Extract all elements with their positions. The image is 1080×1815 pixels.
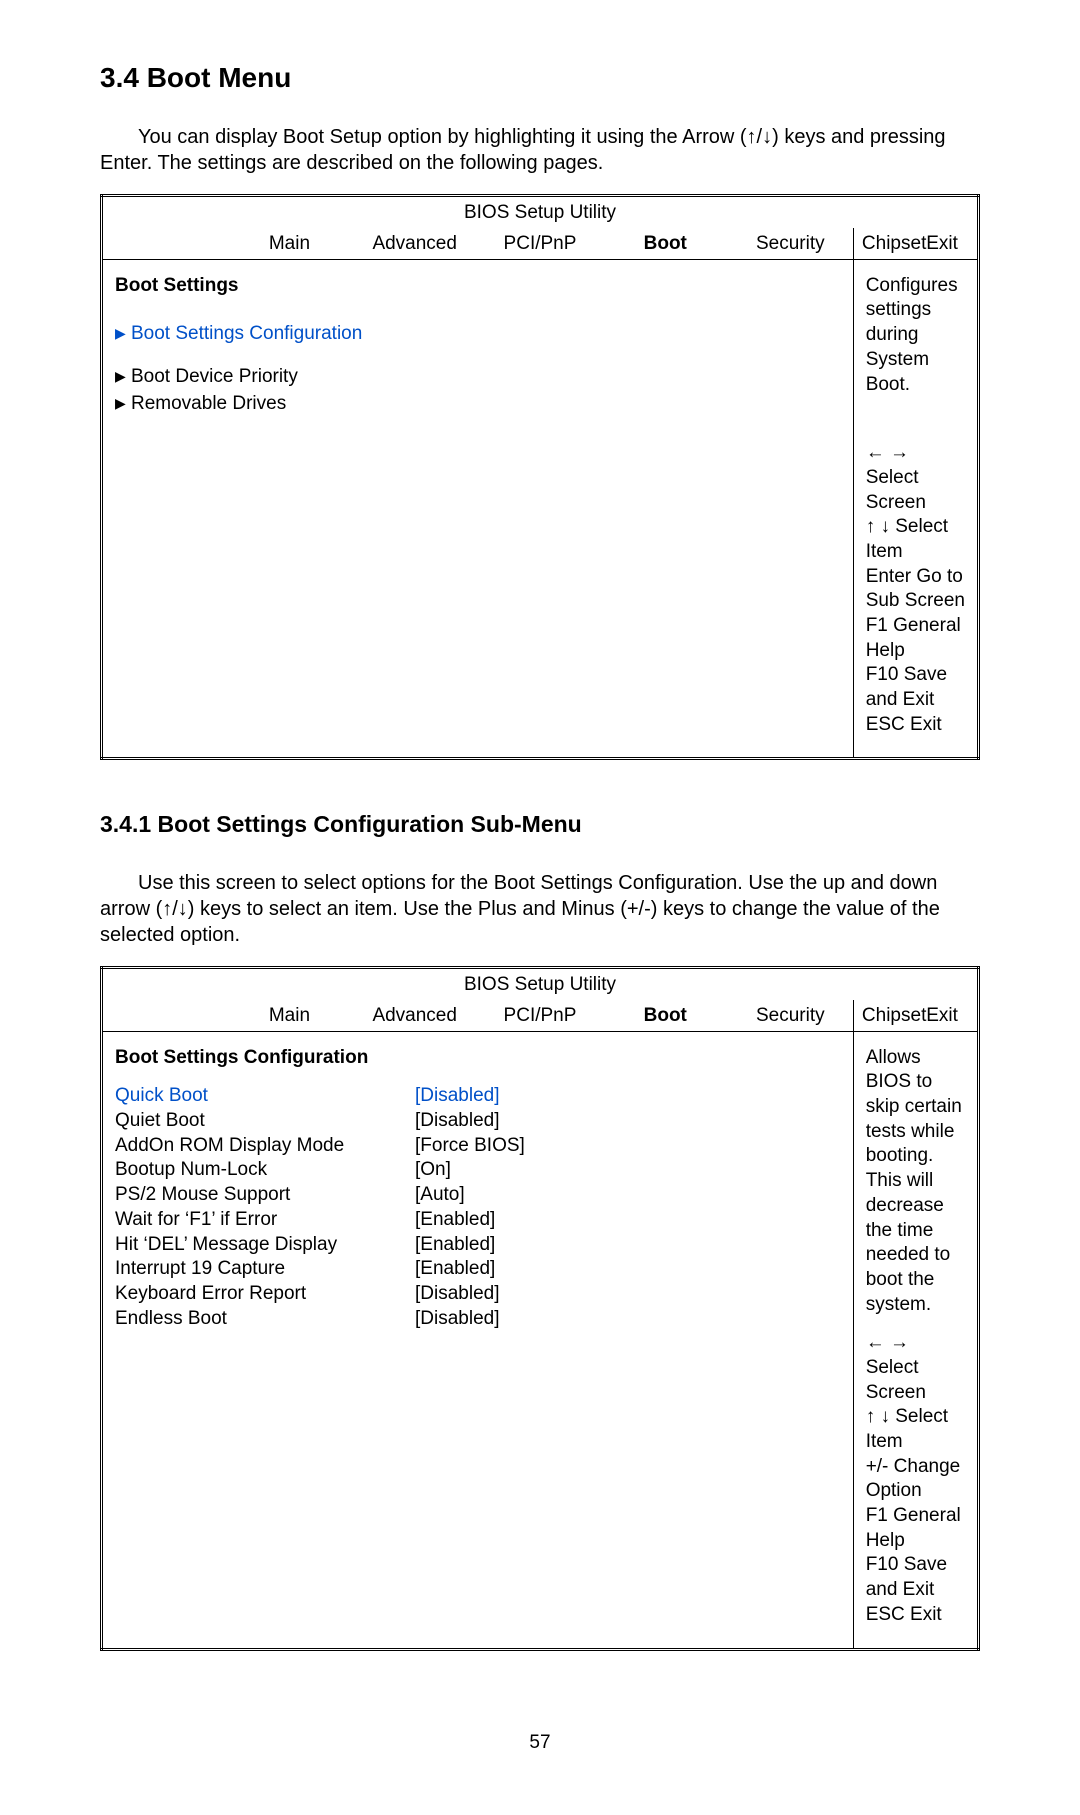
menu-item-removable-drives: ▶Removable Drives	[115, 392, 841, 417]
nav-chipset: Chipset	[862, 1004, 915, 1029]
intro-paragraph-1: You can display Boot Setup option by hig…	[100, 124, 980, 176]
help-select-item: ↑ ↓ Select Item	[866, 515, 965, 564]
help-f10: F10 Save and Exit	[866, 663, 965, 712]
row-int19: Interrupt 19 Capture[Enabled]	[115, 1257, 841, 1282]
bios-table-2: BIOS Setup Utility Main Advanced PCI/PnP…	[100, 966, 980, 1650]
nav-security: Security	[728, 228, 853, 259]
nav-main: Main	[227, 228, 352, 259]
menu-item-boot-settings-config: ▶Boot Settings Configuration	[115, 322, 841, 347]
row-bootup-numlock: Bootup Num-Lock[On]	[115, 1158, 841, 1183]
row-keyboard-error: Keyboard Error Report[Disabled]	[115, 1282, 841, 1307]
page-number: 57	[100, 1731, 980, 1756]
triangle-icon: ▶	[115, 367, 131, 385]
intro-paragraph-2: Use this screen to select options for th…	[100, 870, 980, 948]
row-quick-boot: Quick Boot[Disabled]	[115, 1084, 841, 1109]
triangle-icon: ▶	[115, 394, 131, 412]
bios-left-pane: Boot Settings ▶Boot Settings Configurati…	[102, 259, 854, 759]
nav-advanced: Advanced	[352, 228, 477, 259]
help-f1: F1 General Help	[866, 614, 965, 663]
help-select-screen: ← → Select Screen	[866, 441, 965, 515]
row-wait-f1: Wait for ‘F1’ if Error[Enabled]	[115, 1208, 841, 1233]
help-enter: Enter Go to Sub Screen	[866, 565, 965, 614]
help-esc: ESC Exit	[866, 713, 965, 738]
row-addon-rom: AddOn ROM Display Mode[Force BIOS]	[115, 1134, 841, 1159]
help-description: Allows BIOS to skip certain tests while …	[866, 1046, 965, 1318]
nav-advanced: Advanced	[352, 1000, 477, 1031]
bios-nav: Main Advanced PCI/PnP Boot Security Chip…	[102, 228, 979, 259]
help-f10: F10 Save and Exit	[866, 1553, 965, 1602]
nav-pcipnp: PCI/PnP	[477, 228, 602, 259]
menu-item-boot-device-priority: ▶Boot Device Priority	[115, 365, 841, 390]
nav-boot: Boot	[603, 1000, 728, 1031]
nav-main: Main	[227, 1000, 352, 1031]
row-endless-boot: Endless Boot[Disabled]	[115, 1307, 841, 1332]
nav-exit: Exit	[915, 1004, 968, 1029]
bios-right-pane: Allows BIOS to skip certain tests while …	[853, 1031, 978, 1649]
nav-boot: Boot	[603, 228, 728, 259]
section-heading: 3.4 Boot Menu	[100, 60, 980, 96]
bios-right-pane: Configures settings during System Boot. …	[853, 259, 978, 759]
subsection-heading: 3.4.1 Boot Settings Configuration Sub-Me…	[100, 810, 980, 840]
bios-title: BIOS Setup Utility	[102, 968, 979, 1000]
nav-security: Security	[728, 1000, 853, 1031]
row-ps2-mouse: PS/2 Mouse Support[Auto]	[115, 1183, 841, 1208]
boot-settings-config-title: Boot Settings Configuration	[115, 1046, 841, 1071]
row-hit-del: Hit ‘DEL’ Message Display[Enabled]	[115, 1233, 841, 1258]
nav-pcipnp: PCI/PnP	[477, 1000, 602, 1031]
triangle-icon: ▶	[115, 324, 131, 342]
help-description: Configures settings during System Boot.	[866, 274, 965, 397]
help-plusminus: +/- Change Option	[866, 1455, 965, 1504]
bios-table-1: BIOS Setup Utility Main Advanced PCI/PnP…	[100, 194, 980, 760]
help-esc: ESC Exit	[866, 1603, 965, 1628]
boot-settings-title: Boot Settings	[115, 274, 841, 299]
bios-nav: Main Advanced PCI/PnP Boot Security Chip…	[102, 1000, 979, 1031]
bios-title: BIOS Setup Utility	[102, 196, 979, 228]
nav-exit: Exit	[915, 232, 968, 257]
help-select-screen: ← → Select Screen	[866, 1331, 965, 1405]
help-select-item: ↑ ↓ Select Item	[866, 1405, 965, 1454]
row-quiet-boot: Quiet Boot[Disabled]	[115, 1109, 841, 1134]
nav-chipset: Chipset	[862, 232, 915, 257]
bios-left-pane: Boot Settings Configuration Quick Boot[D…	[102, 1031, 854, 1649]
